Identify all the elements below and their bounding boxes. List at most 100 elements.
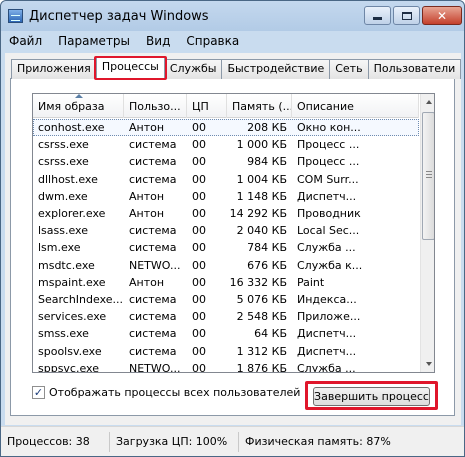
tab-strip: Приложения Процессы Службы Быстродействи…	[11, 56, 462, 80]
scroll-down-button[interactable]	[421, 356, 434, 372]
table-row[interactable]: services.exe система 00 2 548 КБ Приложе...	[33, 308, 419, 325]
table-row[interactable]: csrss.exe система 00 984 КБ Процесс ...	[33, 153, 419, 170]
process-user: система	[129, 327, 177, 341]
show-all-users[interactable]: ✓ Отображать процессы всех пользователей	[32, 386, 300, 399]
column-image-name[interactable]: Имя образа	[33, 94, 124, 118]
show-all-users-label: Отображать процессы всех пользователей	[49, 386, 301, 399]
menu-file[interactable]: Файл	[5, 32, 50, 52]
process-memory: 1 148 КБ	[236, 189, 287, 203]
process-memory: 14 292 КБ	[229, 207, 287, 221]
process-list[interactable]: Имя образа Пользо... ЦП Память (... Опис…	[32, 93, 435, 373]
close-button[interactable]: ✕	[422, 6, 462, 25]
table-row[interactable]: lsass.exe система 00 2 040 КБ Local Sec...	[33, 222, 419, 239]
process-user: NETWO...	[129, 258, 181, 272]
task-manager-icon	[8, 9, 23, 23]
process-name: msdtc.exe	[38, 258, 95, 272]
process-name: services.exe	[38, 310, 107, 324]
process-cpu: 00	[192, 361, 206, 373]
process-description: Диспетч...	[297, 189, 357, 203]
tab-processes[interactable]: Процессы	[93, 56, 167, 80]
process-memory: 1 000 КБ	[236, 138, 287, 152]
process-memory: 2 548 КБ	[236, 310, 287, 324]
process-user: Антон	[129, 189, 165, 203]
tab-performance[interactable]: Быстродействие	[221, 59, 331, 79]
status-cpu: Загрузка ЦП: 100%	[110, 431, 239, 452]
column-description[interactable]: Описание	[292, 94, 419, 118]
column-cpu[interactable]: ЦП	[187, 94, 227, 118]
process-cpu: 00	[192, 121, 206, 135]
column-user[interactable]: Пользо...	[124, 94, 187, 118]
column-image-name-label: Имя образа	[38, 100, 105, 113]
process-cpu: 00	[192, 207, 206, 221]
task-manager-window: Диспетчер задач Windows ✕ Файл Параметры…	[0, 0, 465, 457]
maximize-icon	[401, 11, 412, 20]
table-row[interactable]: spoolsv.exe система 00 1 312 КБ Диспетч...	[33, 342, 419, 359]
list-header: Имя образа Пользо... ЦП Память (... Опис…	[33, 94, 419, 118]
process-name: conhost.exe	[38, 121, 105, 135]
process-user: система	[129, 155, 177, 169]
table-row[interactable]: csrss.exe система 00 1 000 КБ Процесс ...	[33, 136, 419, 153]
process-memory: 5 076 КБ	[236, 292, 287, 306]
process-cpu: 00	[192, 189, 206, 203]
process-memory: 1 312 КБ	[236, 344, 287, 358]
vertical-scrollbar[interactable]	[420, 94, 434, 372]
table-row[interactable]: conhost.exe Антон 00 208 КБ Окно кон...	[33, 119, 419, 137]
table-row[interactable]: mspaint.exe Антон 00 16 332 КБ Paint	[33, 274, 419, 291]
table-row[interactable]: dwm.exe Антон 00 1 148 КБ Диспетч...	[33, 188, 419, 205]
scroll-thumb[interactable]	[422, 112, 434, 240]
process-cpu: 00	[192, 172, 206, 186]
process-user: система	[129, 292, 177, 306]
process-cpu: 00	[192, 344, 206, 358]
arrow-up-icon	[425, 100, 432, 104]
tab-network[interactable]: Сеть	[329, 59, 369, 79]
process-user: система	[129, 224, 177, 238]
tab-users[interactable]: Пользователи	[367, 59, 462, 79]
show-all-users-checkbox[interactable]: ✓	[32, 386, 45, 399]
process-description: Диспетч...	[297, 344, 357, 358]
process-memory: 1 876 КБ	[236, 361, 287, 373]
table-row[interactable]: msdtc.exe NETWO... 00 676 КБ Служба к...	[33, 257, 419, 274]
title-bar[interactable]: Диспетчер задач Windows ✕	[1, 1, 464, 31]
process-name: csrss.exe	[38, 138, 89, 152]
process-cpu: 00	[192, 327, 206, 341]
process-memory: 16 332 КБ	[229, 275, 287, 289]
maximize-button[interactable]	[393, 6, 420, 25]
sort-ascending-icon	[75, 94, 83, 98]
process-memory: 984 КБ	[247, 155, 287, 169]
process-description: Диспетч...	[297, 327, 357, 341]
menu-options[interactable]: Параметры	[50, 32, 138, 52]
process-description: Local Sec...	[297, 224, 360, 238]
process-description: COM Surr...	[297, 172, 359, 186]
table-row[interactable]: dllhost.exe система 00 1 004 КБ COM Surr...	[33, 171, 419, 188]
process-description: Служба ...	[297, 241, 356, 255]
tab-services[interactable]: Службы	[163, 59, 223, 79]
process-name: dwm.exe	[38, 189, 88, 203]
scroll-up-button[interactable]	[421, 94, 434, 110]
process-description: Окно кон...	[297, 121, 361, 135]
process-description: Приложе...	[297, 310, 361, 324]
window-title: Диспетчер задач Windows	[29, 9, 209, 24]
process-user: Антон	[129, 121, 165, 135]
process-description: Служба ...	[297, 361, 356, 373]
table-row[interactable]: explorer.exe Антон 00 14 292 КБ Проводник	[33, 205, 419, 222]
process-name: lsass.exe	[38, 224, 88, 238]
process-user: Антон	[129, 275, 165, 289]
process-cpu: 00	[192, 292, 206, 306]
table-row[interactable]: SearchIndexe... система 00 5 076 КБ Индекса.…	[33, 291, 419, 308]
table-row[interactable]: smss.exe система 00 64 КБ Диспетч...	[33, 325, 419, 342]
process-name: explorer.exe	[38, 207, 106, 221]
menu-help[interactable]: Справка	[178, 32, 247, 52]
menu-view[interactable]: Вид	[138, 32, 178, 52]
minimize-button[interactable]	[364, 6, 391, 25]
close-icon: ✕	[436, 8, 448, 23]
status-memory: Физическая память: 87%	[245, 434, 391, 448]
process-name: SearchIndexe...	[38, 292, 123, 306]
process-name: spoolsv.exe	[38, 344, 102, 358]
table-row[interactable]: sppsvc.exe NETWO... 00 1 876 КБ Служба ...	[33, 360, 419, 373]
end-process-button[interactable]: Завершить процесс	[313, 387, 430, 406]
column-memory[interactable]: Память (...	[227, 94, 292, 118]
status-processes: Процессов: 38	[1, 431, 110, 452]
table-row[interactable]: lsm.exe система 00 784 КБ Служба ...	[33, 239, 419, 256]
tab-applications[interactable]: Приложения	[11, 59, 97, 79]
process-memory: 64 КБ	[254, 327, 287, 341]
